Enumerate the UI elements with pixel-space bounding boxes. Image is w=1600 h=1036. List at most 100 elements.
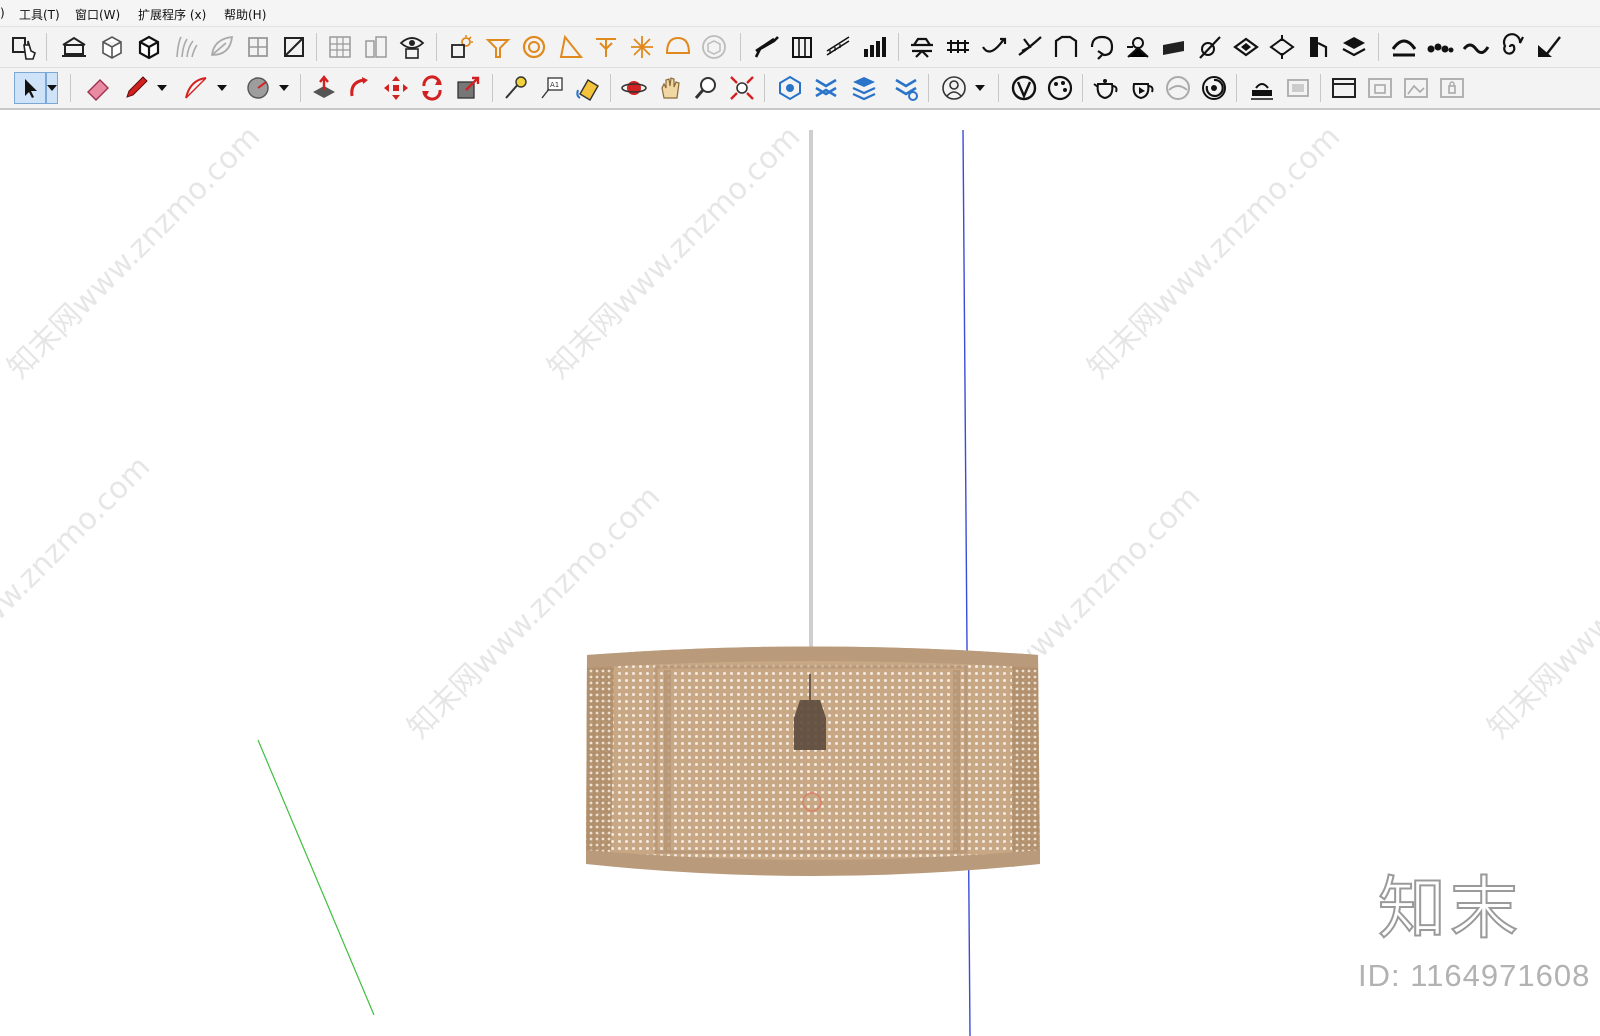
window-icon[interactable]	[242, 31, 274, 63]
rail-icon[interactable]	[942, 31, 974, 63]
watermark-text: 知末网www.znzmo.com	[541, 119, 807, 385]
spot-icon[interactable]	[590, 31, 622, 63]
frame-icon[interactable]	[1282, 72, 1314, 104]
toolbar-row-2: A1	[0, 68, 1600, 110]
pin-icon[interactable]	[1122, 31, 1154, 63]
dots-icon[interactable]	[1424, 31, 1456, 63]
stack-icon[interactable]	[848, 72, 880, 104]
push-pull-icon[interactable]	[308, 72, 340, 104]
tower-icon[interactable]	[360, 31, 392, 63]
warehouse-icon[interactable]	[58, 31, 90, 63]
layers-blue-icon[interactable]	[810, 72, 842, 104]
scene-icon[interactable]	[1246, 72, 1278, 104]
menu-item-extensions[interactable]: 扩展程序 (x)	[138, 6, 206, 23]
wand-icon[interactable]	[1194, 31, 1226, 63]
chair-icon[interactable]	[1302, 31, 1334, 63]
teapot-icon[interactable]	[1090, 72, 1122, 104]
move-icon[interactable]	[380, 72, 412, 104]
grid-icon[interactable]	[324, 31, 356, 63]
svg-text:A1: A1	[550, 81, 559, 89]
bars-icon[interactable]	[858, 31, 890, 63]
arc-icon[interactable]	[1388, 31, 1420, 63]
watermark-text: 知末网www.znzmo.com	[1081, 119, 1347, 385]
dome-icon[interactable]	[662, 31, 694, 63]
curve-icon[interactable]	[978, 31, 1010, 63]
watermark-text: 知末网www.znzmo.com	[1, 119, 267, 385]
toolbar-row-1	[0, 27, 1600, 68]
scale-icon[interactable]	[452, 72, 484, 104]
spark-icon[interactable]	[626, 31, 658, 63]
text-icon[interactable]: A1	[536, 72, 568, 104]
components-icon[interactable]	[8, 31, 40, 63]
green-axis-line	[257, 739, 375, 1016]
palette-icon[interactable]	[1044, 72, 1076, 104]
window-2-icon[interactable]	[1364, 72, 1396, 104]
leaf-icon[interactable]	[206, 31, 238, 63]
select-icon[interactable]	[14, 72, 46, 104]
slab-icon[interactable]	[1158, 31, 1190, 63]
paint-icon[interactable]	[572, 72, 604, 104]
zoom-icon[interactable]	[690, 72, 722, 104]
menu-item-help[interactable]: 帮助(H)	[224, 6, 266, 23]
scene-canvas: 知末网www.znzmo.com 知末网www.znzmo.com 知末网www…	[0, 119, 1600, 1036]
window-1-icon[interactable]	[1328, 72, 1360, 104]
watermark-logo: 知末	[1377, 870, 1523, 949]
arrow-icon[interactable]	[1014, 31, 1046, 63]
panel-icon[interactable]	[278, 31, 310, 63]
layers-icon[interactable]	[1338, 31, 1370, 63]
watermark-text: 知末网www.znzmo.com	[1481, 479, 1600, 745]
zoom-extents-icon[interactable]	[726, 72, 758, 104]
diamond-alt-icon[interactable]	[1266, 31, 1298, 63]
user-icon[interactable]	[938, 72, 970, 104]
ramp-icon[interactable]	[822, 31, 854, 63]
menu-item-window[interactable]: 窗口(W)	[75, 6, 120, 23]
triangle-icon[interactable]	[554, 31, 586, 63]
sofa-icon[interactable]	[906, 31, 938, 63]
menu-bar: ) 工具(T) 窗口(W) 扩展程序 (x) 帮助(H)	[0, 0, 1600, 27]
pendant-lamp-shade	[586, 646, 1040, 876]
menu-item-tools[interactable]: 工具(T)	[19, 6, 60, 23]
gate-icon[interactable]	[1050, 31, 1082, 63]
window-4-icon[interactable]	[1436, 72, 1468, 104]
diamond-icon[interactable]	[1230, 31, 1262, 63]
spiral-icon[interactable]	[1496, 31, 1528, 63]
circle-tool-icon[interactable]	[242, 72, 274, 104]
eraser-icon[interactable]	[82, 72, 114, 104]
box-3d-icon[interactable]	[133, 31, 165, 63]
user-dropdown-chevron-down-icon[interactable]	[974, 72, 986, 104]
menu-item-partial[interactable]: )	[0, 6, 5, 20]
section-icon[interactable]	[774, 72, 806, 104]
arc-tool-icon[interactable]	[180, 72, 212, 104]
settings-blue-icon[interactable]	[890, 72, 922, 104]
target-icon[interactable]	[518, 31, 550, 63]
follow-me-icon[interactable]	[344, 72, 376, 104]
stair-icon[interactable]	[750, 31, 782, 63]
cube-icon[interactable]	[698, 31, 730, 63]
teapot-play-icon[interactable]	[1126, 72, 1158, 104]
orbit-icon[interactable]	[618, 72, 650, 104]
wave-icon[interactable]	[1460, 31, 1492, 63]
window-3-icon[interactable]	[1400, 72, 1432, 104]
model-viewport[interactable]: 知末网www.znzmo.com 知末网www.znzmo.com 知末网www…	[0, 110, 1600, 1036]
arc-dropdown-chevron-down-icon[interactable]	[216, 72, 228, 104]
box-icon[interactable]	[96, 31, 128, 63]
grass-icon[interactable]	[170, 31, 202, 63]
shadow-icon[interactable]	[446, 31, 478, 63]
select-dropdown-chevron-down-icon[interactable]	[46, 72, 58, 104]
sphere-icon[interactable]	[1162, 72, 1194, 104]
rotate-icon[interactable]	[416, 72, 448, 104]
column-icon[interactable]	[786, 31, 818, 63]
brush-icon[interactable]	[1532, 31, 1564, 63]
pencil-dropdown-chevron-down-icon[interactable]	[156, 72, 168, 104]
tape-icon[interactable]	[500, 72, 532, 104]
refresh-icon[interactable]	[1198, 72, 1230, 104]
pencil-icon[interactable]	[120, 72, 152, 104]
pan-icon[interactable]	[654, 72, 686, 104]
render-icon[interactable]	[1008, 72, 1040, 104]
circle-dropdown-chevron-down-icon[interactable]	[278, 72, 290, 104]
eye-icon[interactable]	[396, 31, 428, 63]
lamp-icon[interactable]	[482, 31, 514, 63]
rope-icon[interactable]	[1086, 31, 1118, 63]
blue-axis-line	[962, 129, 971, 1036]
watermark-id: ID: 1164971608	[1358, 958, 1591, 993]
